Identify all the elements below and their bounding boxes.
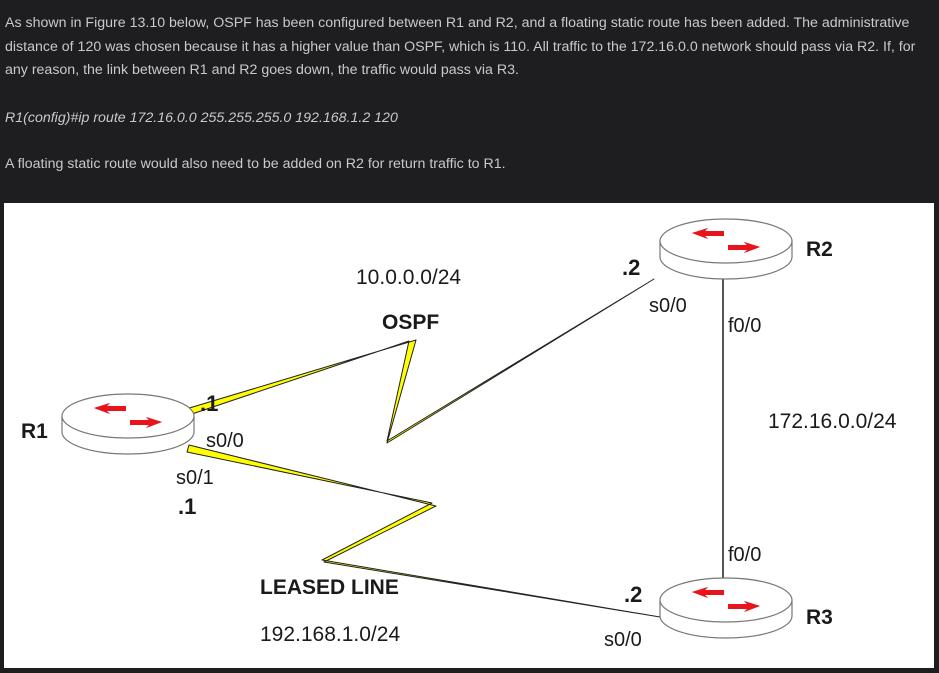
leased-line-label: LEASED LINE bbox=[260, 576, 399, 599]
router-r1-label: R1 bbox=[21, 420, 48, 443]
router-r3-label: R3 bbox=[806, 606, 833, 629]
r3-s00-ip-label: .2 bbox=[624, 582, 642, 607]
r2-s00-iface-label: s0/0 bbox=[649, 295, 687, 317]
network-topology-figure: R1 R2 R3 10.0.0.0/24 OSPF .1 s0/0 .2 s0/… bbox=[4, 203, 934, 668]
r1-s00-iface-label: s0/0 bbox=[206, 430, 244, 452]
router-r1-icon bbox=[61, 393, 195, 455]
lan-network-label: 172.16.0.0/24 bbox=[768, 410, 897, 433]
router-r2-icon bbox=[659, 218, 793, 280]
ospf-protocol-label: OSPF bbox=[382, 311, 439, 334]
ospf-network-label: 10.0.0.0/24 bbox=[356, 266, 461, 289]
leased-line-network-label: 192.168.1.0/24 bbox=[260, 623, 400, 646]
r3-s00-iface-label: s0/0 bbox=[604, 629, 642, 651]
link-r1-r3-serial bbox=[186, 444, 661, 618]
router-r3-icon bbox=[659, 577, 793, 639]
ip-route-command: R1(config)#ip route 172.16.0.0 255.255.2… bbox=[5, 110, 398, 126]
r1-s01-ip-label: .1 bbox=[178, 494, 196, 519]
link-r1-r2-serial bbox=[185, 278, 655, 444]
r1-s01-iface-label: s0/1 bbox=[176, 467, 214, 489]
r1-s00-ip-label: .1 bbox=[200, 391, 218, 416]
return-traffic-note: A floating static route would also need … bbox=[5, 156, 506, 172]
r3-f00-iface-label: f0/0 bbox=[728, 544, 761, 566]
r2-s00-ip-label: .2 bbox=[622, 255, 640, 280]
router-r2-label: R2 bbox=[806, 238, 833, 261]
r2-f00-iface-label: f0/0 bbox=[728, 315, 761, 337]
intro-paragraph: As shown in Figure 13.10 below, OSPF has… bbox=[5, 15, 916, 78]
